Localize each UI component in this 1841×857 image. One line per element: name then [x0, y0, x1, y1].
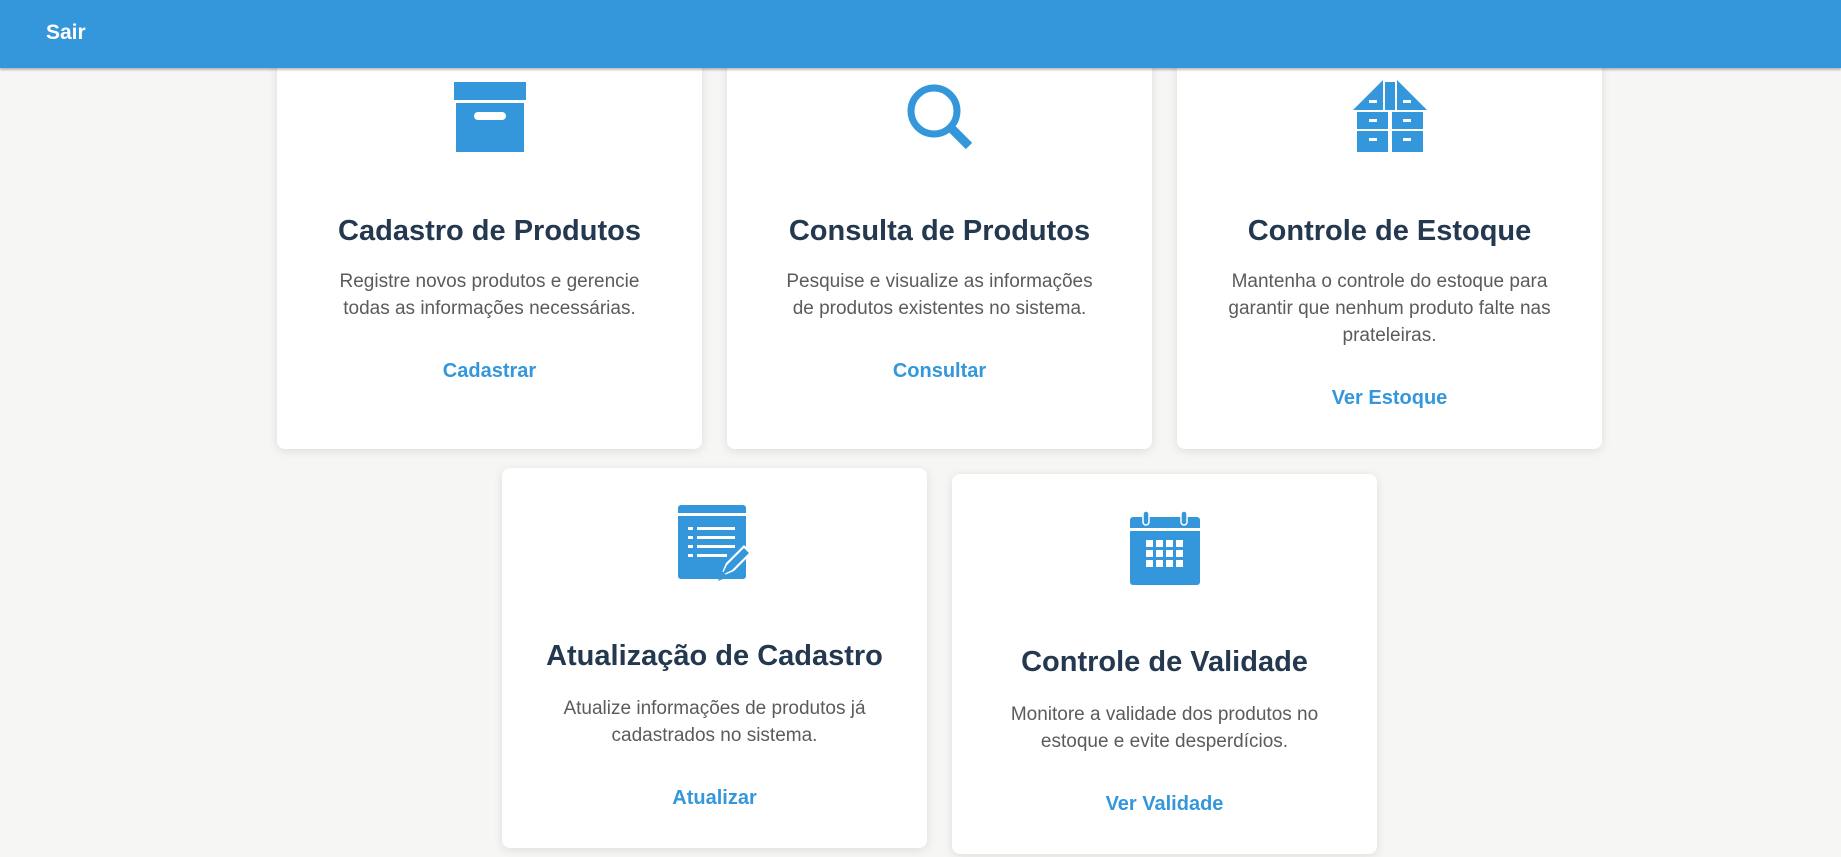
card-title: Controle de Validade [1021, 646, 1308, 678]
card-atualizacao-cadastro: Atualização de Cadastro Atualize informa… [502, 468, 927, 848]
card-description: Atualize informações de produtos já cada… [563, 698, 866, 746]
card-cadastro-produtos: Cadastro de Produtos Registre novos prod… [277, 40, 702, 449]
card-consulta-produtos: Consulta de Produtos Pesquise e visualiz… [727, 40, 1152, 449]
ver-validade-link[interactable]: Ver Validade [952, 793, 1377, 816]
top-navbar: Sair [0, 0, 1841, 68]
card-controle-validade: Controle de Validade Monitore a validade… [952, 474, 1377, 854]
card-description: Monitore a validade dos produtos no esto… [1010, 704, 1319, 752]
archive-box-icon [277, 82, 702, 152]
ver-estoque-link[interactable]: Ver Estoque [1177, 387, 1602, 410]
card-title: Cadastro de Produtos [338, 215, 641, 247]
card-title: Atualização de Cadastro [546, 640, 883, 672]
card-description: Pesquise e visualize as informações de p… [786, 271, 1093, 319]
magnifier-icon [727, 82, 1152, 152]
atualizar-link[interactable]: Atualizar [502, 787, 927, 810]
document-edit-icon [502, 505, 927, 581]
card-title: Consulta de Produtos [788, 215, 1091, 247]
card-controle-estoque: Controle de Estoque Mantenha o controle … [1177, 40, 1602, 449]
card-description: Mantenha o controle do estoque para gara… [1228, 271, 1551, 346]
card-description: Registre novos produtos e gerencie todas… [339, 271, 640, 319]
calendar-icon [952, 511, 1377, 585]
cadastrar-link[interactable]: Cadastrar [277, 360, 702, 383]
card-title: Controle de Estoque [1247, 215, 1532, 247]
logout-link[interactable]: Sair [46, 21, 86, 45]
consultar-link[interactable]: Consultar [727, 360, 1152, 383]
warehouse-icon [1177, 80, 1602, 152]
